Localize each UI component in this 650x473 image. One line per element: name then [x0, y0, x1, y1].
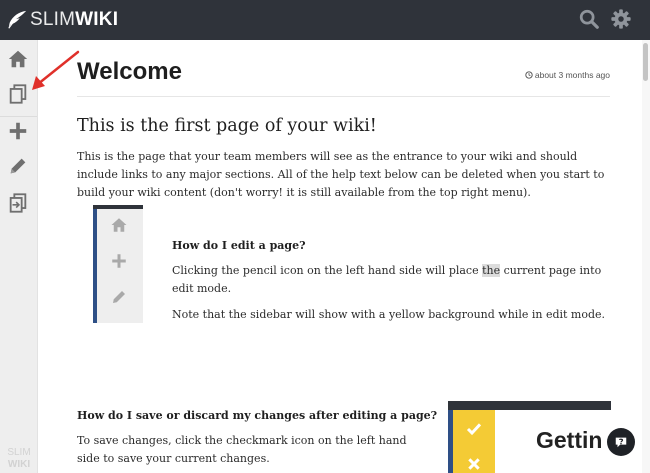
page-updated: about 3 months ago — [525, 70, 610, 80]
close-icon — [468, 458, 480, 470]
top-actions — [578, 8, 632, 30]
main-content: Welcome about 3 months ago This is the f… — [38, 40, 642, 473]
intro-paragraph: This is the page that your team members … — [77, 150, 605, 199]
home-icon[interactable] — [7, 48, 29, 70]
edit-illustration — [93, 205, 143, 323]
watermark-line-2: WIKI — [7, 459, 31, 470]
edit-answer-pre: Clicking the pencil icon on the left han… — [172, 264, 483, 277]
brand-logo[interactable]: SLIMWIKI — [6, 0, 118, 40]
illustration-topbar — [93, 205, 143, 209]
save-answer: To save changes, click the checkmark ico… — [77, 434, 407, 465]
brand-name: SLIMWIKI — [30, 9, 118, 31]
scrollbar-thumb[interactable] — [643, 43, 648, 81]
help-button[interactable] — [607, 428, 635, 456]
brand-name-bold: WIKI — [75, 9, 119, 30]
gear-icon[interactable] — [610, 8, 632, 30]
search-icon[interactable] — [578, 8, 600, 30]
illustration-topbar — [448, 401, 611, 410]
section-heading: This is the first page of your wiki! — [77, 116, 377, 136]
feather-icon — [8, 10, 27, 29]
sidebar-watermark-logo: SLIM WIKI — [2, 447, 36, 471]
illustration-accent-bar — [448, 401, 453, 473]
edit-question: How do I edit a page? — [172, 239, 306, 252]
edit-note: Note that the sidebar will show with a y… — [172, 308, 606, 321]
watermark-line-1: SLIM — [7, 447, 31, 458]
plus-icon — [112, 254, 126, 268]
scrollbar-track[interactable] — [642, 40, 650, 473]
top-bar: SLIMWIKI — [0, 0, 650, 40]
sidebar-divider — [0, 116, 37, 117]
edit-answer-highlight: the — [482, 264, 501, 277]
illustration-accent-bar — [93, 205, 97, 323]
checkmark-icon — [466, 423, 482, 436]
brand-name-light: SLIM — [30, 9, 76, 30]
pencil-icon[interactable] — [7, 155, 29, 177]
save-question: How do I save or discard my changes afte… — [77, 409, 438, 422]
illustration-heading: Gettin — [536, 427, 603, 453]
home-icon — [111, 218, 127, 232]
page-header: Welcome about 3 months ago — [77, 56, 610, 97]
question-icon — [615, 437, 627, 448]
plus-icon[interactable] — [7, 120, 29, 142]
page-title: Welcome — [77, 58, 182, 85]
pencil-icon — [113, 291, 125, 303]
sidebar: SLIM WIKI — [0, 40, 38, 473]
clock-icon — [525, 71, 533, 79]
pages-icon[interactable] — [7, 83, 29, 105]
save-illustration: Gettin — [448, 401, 611, 473]
edit-answer: Clicking the pencil icon on the left han… — [172, 262, 612, 298]
page-updated-text: about 3 months ago — [534, 70, 610, 80]
export-icon[interactable] — [7, 192, 29, 214]
